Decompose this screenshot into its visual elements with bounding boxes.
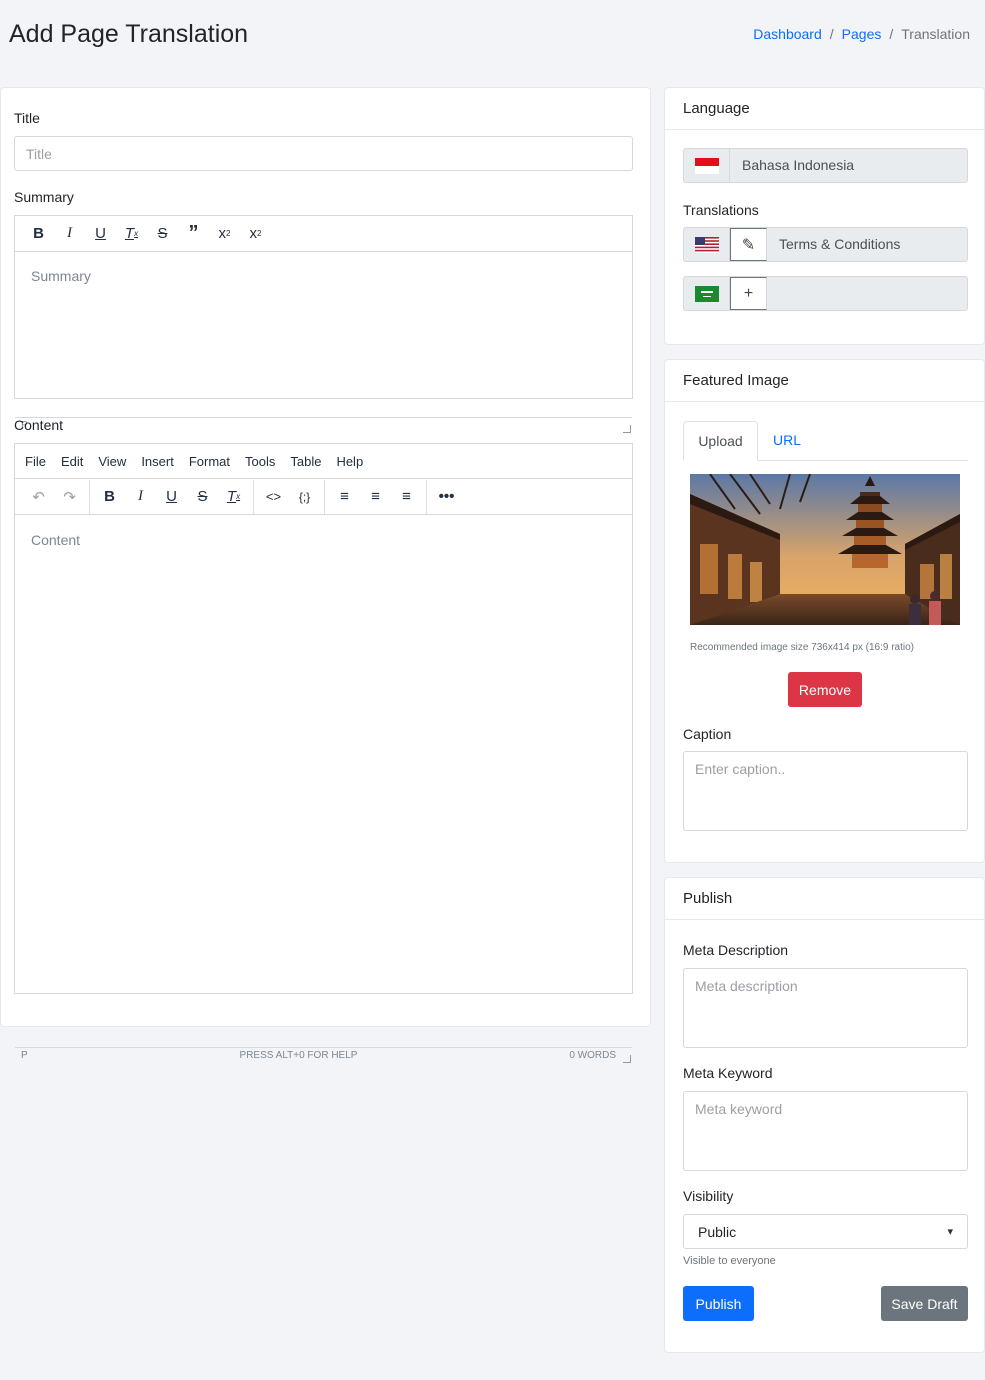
translation-title: Terms & Conditions [779,236,901,252]
visibility-label: Visibility [683,1188,734,1204]
menu-view[interactable]: View [98,454,126,469]
summary-label: Summary [14,189,74,205]
language-header: Language [665,88,984,130]
image-tabs: Upload URL [683,421,968,461]
publish-card: Publish Meta Description Meta descriptio… [664,877,985,1353]
tab-url[interactable]: URL [773,432,801,448]
current-language-name: Bahasa Indonesia [742,157,855,173]
toolbar-divider [253,479,254,514]
meta-keyword-input[interactable]: Meta keyword [683,1091,968,1171]
bold-button[interactable]: B [94,482,125,512]
summary-toolbar: B I U Tx S ” x2 x2 [15,216,632,252]
align-center-icon[interactable]: ≡ [360,482,391,512]
code-block-icon[interactable]: {;} [289,482,320,512]
saudi-flag-icon [684,277,730,310]
caption-input[interactable]: Enter caption.. [683,751,968,831]
title-label: Title [14,110,40,126]
meta-keyword-label: Meta Keyword [683,1065,773,1081]
resize-handle[interactable] [623,1055,631,1063]
breadcrumb: Dashboard / Pages / Translation [753,26,970,42]
visibility-select[interactable]: Public ▾ [683,1214,968,1249]
underline-button[interactable]: U [156,482,187,512]
publish-header: Publish [665,878,984,920]
bold-button[interactable]: B [23,219,54,249]
menu-edit[interactable]: Edit [61,454,83,469]
breadcrumb-pages[interactable]: Pages [842,26,882,42]
align-left-icon[interactable]: ≡ [329,482,360,512]
tab-url-label: URL [773,432,802,448]
resize-handle[interactable] [623,425,631,433]
breadcrumb-separator: / [889,26,894,42]
visibility-hint: Visible to everyone [683,1255,776,1267]
italic-button[interactable]: I [54,219,85,249]
translations-label: Translations [683,202,759,218]
meta-description-label: Meta Description [683,942,789,958]
visibility-value: Public [698,1223,737,1240]
featured-image-header: Featured Image [665,360,984,402]
featured-image [690,474,960,625]
blockquote-button[interactable]: ” [178,219,209,249]
add-translation-button[interactable]: + [730,277,767,310]
strikethrough-button[interactable]: S [187,482,218,512]
more-icon[interactable]: ••• [431,482,462,512]
strikethrough-button[interactable]: S [147,219,178,249]
menu-help[interactable]: Help [336,454,363,469]
current-language: Bahasa Indonesia [683,148,968,183]
publish-button[interactable]: Publish [683,1286,754,1321]
pencil-icon: ✎ [741,236,756,254]
chevron-down-icon: ▾ [947,1226,953,1238]
content-label: Content [14,417,64,433]
featured-image-card: Featured Image Upload URL Recommended im… [664,359,985,863]
content-placeholder[interactable]: Content [31,532,80,548]
summary-placeholder[interactable]: Summary [31,268,91,284]
code-icon[interactable]: <> [258,482,289,512]
menu-file[interactable]: File [25,454,46,469]
save-draft-button[interactable]: Save Draft [881,1286,968,1321]
underline-button[interactable]: U [85,219,116,249]
tab-upload[interactable]: Upload [683,421,758,461]
caption-label: Caption [683,726,732,742]
indonesia-flag-icon [684,149,730,182]
summary-editor: B I U Tx S ” x2 x2 Summary P [14,215,633,433]
italic-button[interactable]: I [125,482,156,512]
content-menubar: File Edit View Insert Format Tools Table… [15,444,632,479]
clear-format-button[interactable]: Tx [218,482,249,512]
menu-format[interactable]: Format [189,454,230,469]
menu-tools[interactable]: Tools [245,454,275,469]
usa-flag-icon [684,228,730,261]
align-right-icon[interactable]: ≡ [391,482,422,512]
edit-translation-button[interactable]: ✎ [730,228,767,261]
content-statusbar: P PRESS ALT+0 FOR HELP 0 WORDS [15,1047,632,1064]
toolbar-divider [89,479,90,514]
title-input[interactable]: Title [14,136,633,171]
superscript-button[interactable]: x2 [209,219,240,249]
word-count: 0 WORDS [569,1050,616,1061]
clear-format-button[interactable]: Tx [116,219,147,249]
content-editor: File Edit View Insert Format Tools Table… [14,443,633,1063]
redo-icon[interactable]: ↷ [54,482,85,512]
undo-icon[interactable]: ↶ [23,482,54,512]
content-toolbar: ↶ ↷ B I U S Tx <> {;} ≡ ≡ ≡ ••• [15,479,632,515]
main-form-card: Title Title Summary B I U Tx S ” x2 x2 S… [0,87,651,1063]
toolbar-divider [324,479,325,514]
content-help-hint: PRESS ALT+0 FOR HELP [239,1050,358,1061]
remove-image-button[interactable]: Remove [788,672,862,707]
summary-statusbar: P [15,417,632,434]
breadcrumb-dashboard[interactable]: Dashboard [753,26,822,42]
page-title: Add Page Translation [9,20,249,48]
add-translation-row: + [683,276,968,311]
breadcrumb-separator: / [829,26,834,42]
toolbar-divider [426,479,427,514]
translation-row: ✎ Terms & Conditions [683,227,968,262]
meta-description-input[interactable]: Meta description [683,968,968,1048]
breadcrumb-current: Translation [901,26,970,42]
menu-table[interactable]: Table [290,454,321,469]
plus-icon: + [743,284,754,302]
menu-insert[interactable]: Insert [141,454,174,469]
content-path: P [21,1050,28,1061]
subscript-button[interactable]: x2 [240,219,271,249]
language-card: Language Bahasa Indonesia Translations ✎… [664,87,985,345]
tab-upload-label: Upload [698,433,743,449]
image-size-hint: Recommended image size 736x414 px (16:9 … [690,642,915,653]
